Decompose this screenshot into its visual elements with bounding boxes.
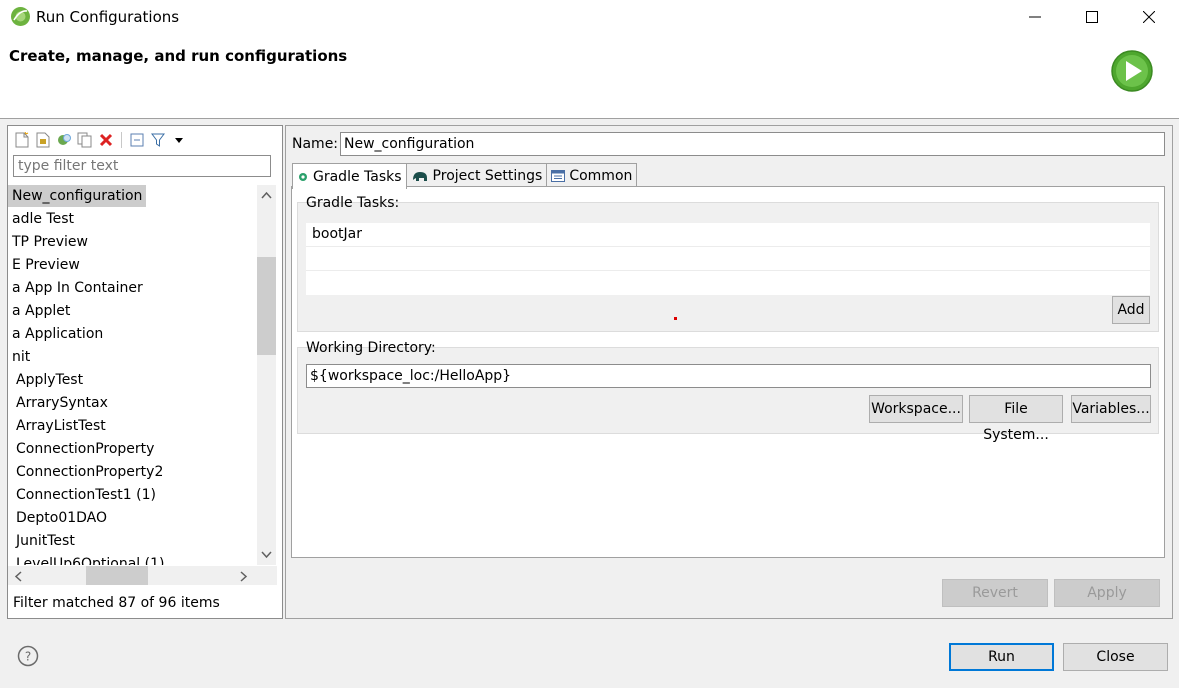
common-tab-icon bbox=[551, 170, 566, 182]
tab-label: Project Settings bbox=[432, 168, 543, 184]
chevron-up-icon[interactable] bbox=[261, 191, 272, 199]
revert-button[interactable]: Revert bbox=[942, 579, 1048, 607]
chevron-left-icon[interactable] bbox=[14, 571, 22, 582]
list-item[interactable]: ConnectionTest1 (1) bbox=[12, 484, 160, 506]
task-row[interactable] bbox=[306, 247, 1150, 271]
vertical-scrollbar[interactable] bbox=[257, 185, 276, 565]
horizontal-scroll-thumb[interactable] bbox=[86, 566, 148, 585]
list-item[interactable]: JunitTest bbox=[12, 530, 79, 552]
tab-project-settings[interactable]: Project Settings bbox=[405, 163, 548, 188]
tab-bar: Gradle Tasks Project Settings Common bbox=[292, 163, 638, 189]
vertical-scroll-thumb[interactable] bbox=[257, 257, 276, 355]
filter-status: Filter matched 87 of 96 items bbox=[13, 595, 220, 611]
new-configuration-icon[interactable] bbox=[14, 132, 30, 148]
gradle-tasks-gear-icon bbox=[299, 172, 307, 181]
filter-icon[interactable] bbox=[150, 132, 166, 148]
window-title: Run Configurations bbox=[36, 8, 180, 26]
list-item[interactable]: New_configuration bbox=[8, 185, 147, 207]
close-window-button[interactable] bbox=[1126, 0, 1172, 34]
tree-toolbar bbox=[14, 130, 187, 150]
run-badge-icon bbox=[1111, 50, 1153, 92]
list-item[interactable]: a Application bbox=[8, 323, 107, 345]
close-icon bbox=[1143, 11, 1155, 23]
file-system-button[interactable]: File System... bbox=[969, 395, 1063, 443]
working-directory-label: Working Directory: bbox=[306, 340, 436, 356]
horizontal-scrollbar[interactable] bbox=[8, 566, 258, 585]
tab-label: Common bbox=[569, 168, 633, 184]
red-dot bbox=[674, 317, 677, 320]
run-button[interactable]: Run bbox=[949, 643, 1054, 671]
gradle-tasks-tab-content: Gradle Tasks: bootJar Add Working Direct… bbox=[291, 186, 1165, 558]
list-item[interactable]: ConnectionProperty2 bbox=[12, 461, 167, 483]
add-task-button[interactable]: Add bbox=[1112, 296, 1150, 324]
list-item[interactable]: ConnectionProperty bbox=[12, 438, 158, 460]
task-row[interactable] bbox=[306, 271, 1150, 294]
svg-text:?: ? bbox=[25, 650, 31, 664]
title-bar: Run Configurations bbox=[0, 0, 1179, 34]
workspace-button[interactable]: Workspace... bbox=[869, 395, 963, 423]
list-item[interactable]: ArrayListTest bbox=[12, 415, 110, 437]
apply-button[interactable]: Apply bbox=[1054, 579, 1160, 607]
list-item[interactable]: a Applet bbox=[8, 300, 74, 322]
name-label: Name: bbox=[292, 136, 339, 152]
dialog-header: Create, manage, and run configurations bbox=[0, 34, 1179, 119]
eclipse-spring-icon bbox=[11, 7, 30, 26]
header-title: Create, manage, and run configurations bbox=[9, 47, 348, 65]
new-prototype-icon[interactable] bbox=[35, 132, 51, 148]
task-row[interactable]: bootJar bbox=[306, 223, 1150, 247]
gradle-elephant-icon bbox=[412, 172, 427, 181]
list-item[interactable]: nit bbox=[8, 346, 34, 368]
filter-input[interactable] bbox=[13, 155, 271, 177]
gradle-tasks-list[interactable]: bootJar bbox=[306, 223, 1150, 295]
tab-label: Gradle Tasks bbox=[313, 168, 402, 185]
list-item[interactable]: ApplyTest bbox=[12, 369, 87, 391]
collapse-all-icon[interactable] bbox=[129, 132, 145, 148]
list-item[interactable]: LevelUp6Optional (1) bbox=[12, 553, 168, 565]
tab-common[interactable]: Common bbox=[546, 163, 638, 188]
close-button[interactable]: Close bbox=[1063, 643, 1168, 671]
minimize-button[interactable] bbox=[1012, 0, 1058, 34]
list-item[interactable]: Depto01DAO bbox=[12, 507, 111, 529]
gradle-tasks-group: Gradle Tasks: bootJar Add bbox=[297, 195, 1159, 332]
duplicate-icon[interactable] bbox=[77, 132, 93, 148]
name-field[interactable] bbox=[340, 132, 1165, 156]
list-item[interactable]: a App In Container bbox=[8, 277, 147, 299]
configuration-list: New_configuration adle Test TP Preview E… bbox=[8, 185, 258, 565]
delete-icon[interactable] bbox=[98, 132, 114, 148]
chevron-down-icon[interactable] bbox=[261, 551, 272, 559]
configuration-editor: Name: Gradle Tasks Project Settings Comm… bbox=[285, 125, 1173, 619]
export-icon[interactable] bbox=[56, 132, 72, 148]
maximize-icon bbox=[1086, 11, 1098, 23]
configuration-tree-panel: New_configuration adle Test TP Preview E… bbox=[7, 125, 283, 619]
list-item[interactable]: adle Test bbox=[8, 208, 78, 230]
working-directory-field[interactable] bbox=[306, 364, 1151, 388]
help-icon[interactable]: ? bbox=[17, 645, 39, 667]
chevron-right-icon[interactable] bbox=[240, 571, 248, 582]
list-item[interactable]: E Preview bbox=[8, 254, 84, 276]
variables-button[interactable]: Variables... bbox=[1071, 395, 1151, 423]
tab-gradle-tasks[interactable]: Gradle Tasks bbox=[292, 163, 407, 189]
working-directory-group: Working Directory: Workspace... File Sys… bbox=[297, 340, 1159, 443]
minimize-icon bbox=[1029, 16, 1041, 18]
view-menu-chevron-down-icon[interactable] bbox=[171, 132, 187, 148]
list-item[interactable]: TP Preview bbox=[8, 231, 92, 253]
maximize-button[interactable] bbox=[1069, 0, 1115, 34]
gradle-tasks-label: Gradle Tasks: bbox=[306, 195, 400, 211]
list-item[interactable]: ArrarySyntax bbox=[12, 392, 112, 414]
